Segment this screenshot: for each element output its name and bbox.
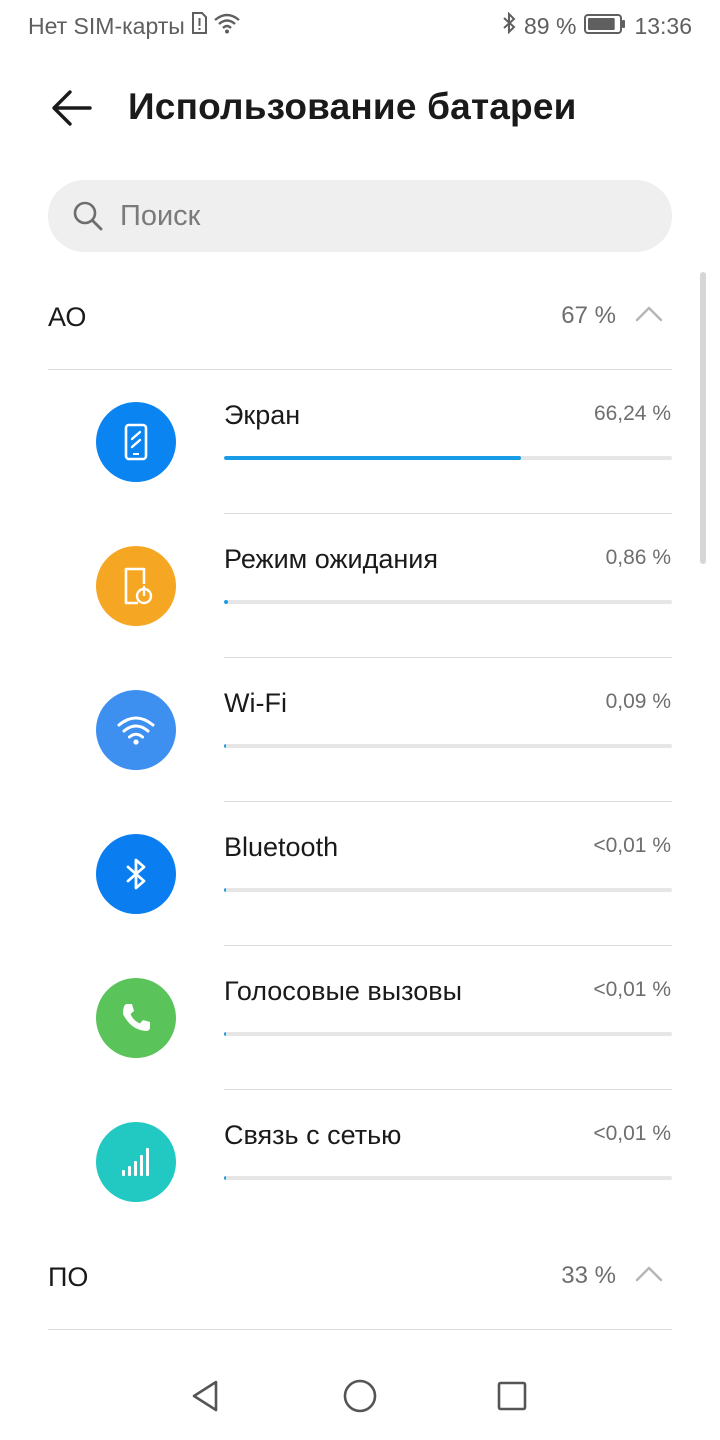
list-item-voice-calls[interactable]: Голосовые вызовы <0,01 % [0, 946, 720, 1090]
nav-recents-button[interactable] [492, 1376, 532, 1416]
item-icon-circle [96, 402, 176, 482]
usage-bar-fill [224, 456, 521, 460]
status-right: 89 % 13:36 [502, 11, 692, 40]
app-header: Использование батареи [0, 60, 720, 155]
usage-bar [224, 456, 672, 460]
item-percent: 0,86 % [605, 546, 671, 569]
sim-alert-icon [191, 12, 207, 40]
wifi-icon [117, 716, 155, 745]
phone-standby-icon [124, 567, 153, 605]
battery-percent: 89 % [524, 12, 577, 39]
item-percent: <0,01 % [593, 834, 671, 857]
signal-bars-icon [122, 1148, 149, 1176]
item-icon-circle [96, 690, 176, 770]
nav-home-button[interactable] [340, 1376, 380, 1416]
list-item-wifi[interactable]: Wi-Fi 0,09 % [0, 658, 720, 802]
phone-call-icon [123, 1004, 150, 1031]
section-title: ПО [48, 1262, 89, 1292]
list-item-standby[interactable]: Режим ожидания 0,86 % [0, 514, 720, 658]
battery-icon [584, 13, 626, 40]
list-item-screen[interactable]: Экран 66,24 % [0, 370, 720, 514]
section-percent: 67 % [561, 302, 616, 329]
clock: 13:36 [634, 12, 692, 39]
divider [48, 1329, 672, 1330]
search-icon [73, 201, 103, 231]
nav-recents-icon [497, 1381, 527, 1411]
item-name: Голосовые вызовы [224, 976, 462, 1006]
wifi-icon [213, 12, 241, 40]
section-ao-header[interactable]: АО 67 % [48, 270, 672, 370]
usage-bar-fill [224, 744, 226, 748]
item-icon-circle [96, 546, 176, 626]
chevron-up-icon[interactable] [634, 300, 664, 330]
section-po-header[interactable]: ПО 33 % [48, 1230, 672, 1330]
item-percent: <0,01 % [593, 978, 671, 1001]
bluetooth-icon [126, 858, 146, 890]
nav-back-button[interactable] [186, 1376, 226, 1416]
item-name: Связь с сетью [224, 1120, 402, 1150]
item-name: Экран [224, 400, 301, 430]
item-percent: <0,01 % [593, 1122, 671, 1145]
item-percent: 0,09 % [605, 690, 671, 713]
status-bar: Нет SIM-карты 89 % 13:36 [0, 0, 720, 50]
section-title: АО [48, 302, 87, 332]
usage-bar [224, 1032, 672, 1036]
chevron-up-icon[interactable] [634, 1260, 664, 1290]
item-icon-circle [96, 834, 176, 914]
bluetooth-icon [502, 11, 516, 40]
usage-bar-fill [224, 888, 226, 892]
search-input[interactable] [120, 180, 650, 252]
item-icon-circle [96, 978, 176, 1058]
carrier-label: Нет SIM-карты [28, 12, 185, 39]
item-name: Режим ожидания [224, 544, 438, 574]
status-left: Нет SIM-карты [28, 12, 241, 40]
page-title: Использование батареи [128, 86, 577, 127]
item-percent: 66,24 % [593, 402, 671, 425]
phone-screen-icon [124, 423, 148, 461]
back-arrow-icon [52, 90, 92, 126]
usage-bar [224, 744, 672, 748]
search-bar[interactable] [48, 180, 672, 252]
usage-bar [224, 888, 672, 892]
list-item-network[interactable]: Связь с сетью <0,01 % [0, 1090, 720, 1234]
item-name: Wi-Fi [224, 688, 287, 718]
list-item-bluetooth[interactable]: Bluetooth <0,01 % [0, 802, 720, 946]
usage-bar-fill [224, 1176, 226, 1180]
item-name: Bluetooth [224, 832, 339, 862]
usage-bar-fill [224, 1032, 226, 1036]
usage-bar-fill [224, 600, 228, 604]
section-percent: 33 % [561, 1262, 616, 1289]
usage-bar [224, 1176, 672, 1180]
nav-home-icon [343, 1379, 377, 1413]
usage-bar [224, 600, 672, 604]
back-button[interactable] [46, 82, 98, 134]
nav-back-icon [192, 1380, 218, 1412]
navigation-bar [0, 1350, 720, 1440]
item-icon-circle [96, 1122, 176, 1202]
